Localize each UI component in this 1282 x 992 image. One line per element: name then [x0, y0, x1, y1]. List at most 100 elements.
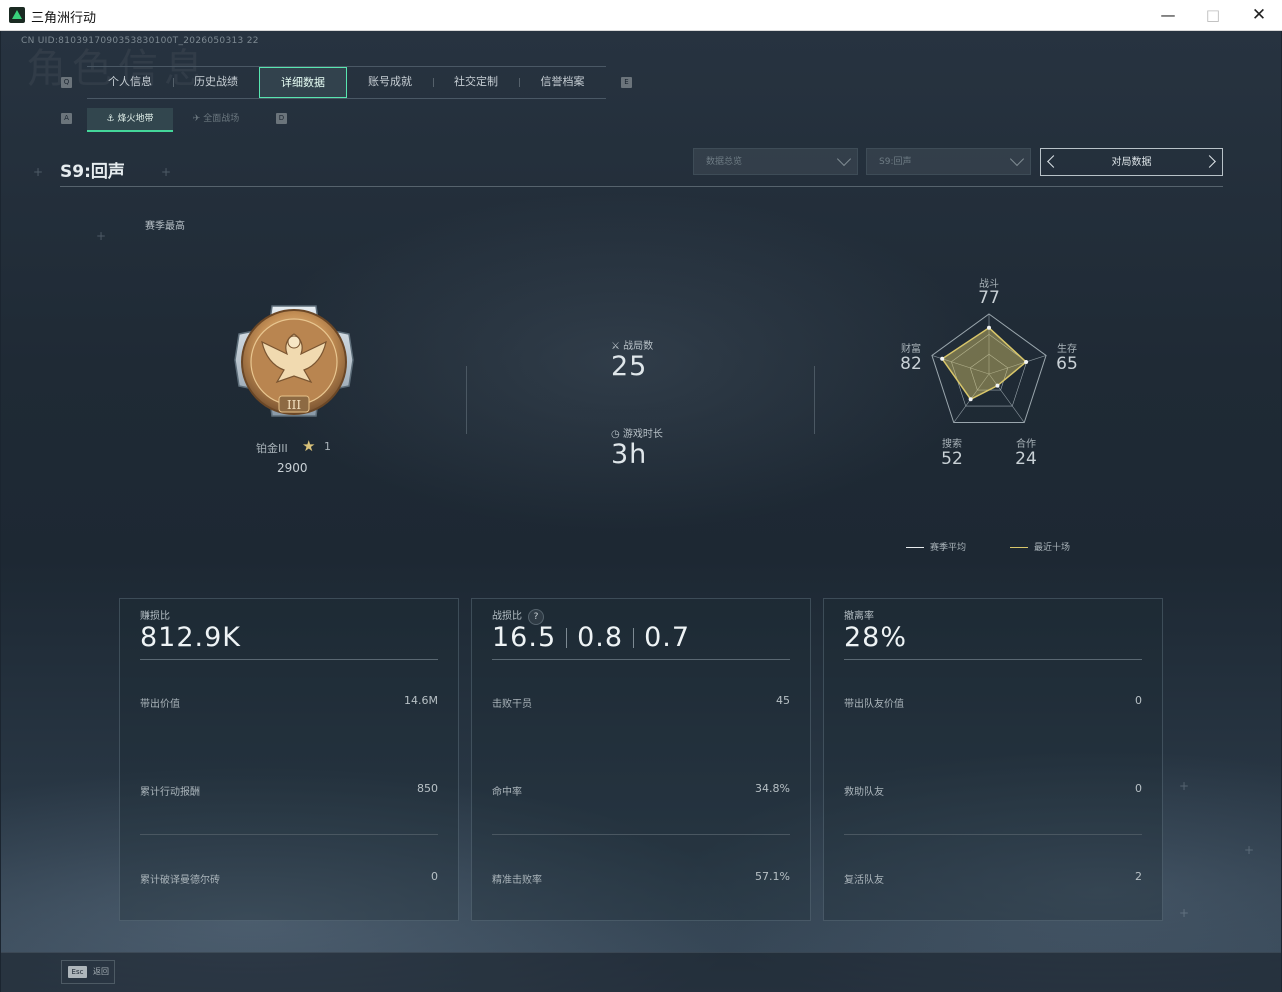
rank-numeral: III — [287, 398, 301, 412]
card-header-text: 战损比 — [492, 611, 522, 622]
nav-prev-key[interactable]: Q — [61, 77, 72, 88]
card-divider — [844, 834, 1142, 835]
tab-credit-record[interactable]: 信誉档案 — [519, 67, 606, 98]
card-row-value: 45 — [776, 694, 790, 707]
chevron-down-icon — [1009, 151, 1025, 167]
card-row-value: 2 — [1135, 870, 1142, 883]
radar-value-cooperation: 24 — [1015, 449, 1037, 469]
radar-label-cooperation: 合作 — [1016, 439, 1036, 450]
season-best-label: 赛季最高 — [145, 221, 185, 232]
esc-key: Esc — [68, 966, 87, 978]
card-row-label: 精准击败率 — [492, 875, 542, 886]
radar-label-wealth: 财富 — [901, 344, 921, 355]
decor-plus-icon: + — [96, 229, 107, 243]
rank-star-count: 1 — [324, 440, 331, 453]
ability-radar-chart — [931, 313, 1047, 424]
card-row-label: 累计行动报酬 — [140, 787, 200, 798]
rank-emblem-icon: III — [234, 305, 354, 417]
stat-card-profit: 赚损比 812.9K 带出价值 14.6M 累计行动报酬 850 累计破译曼德尔… — [119, 598, 459, 921]
subtab-full-battlefield-label: 全面战场 — [203, 114, 240, 124]
radar-point — [940, 356, 945, 361]
subnav-next-key[interactable]: D — [276, 113, 287, 124]
card-row-label: 带出队友价值 — [844, 699, 904, 710]
decor-plus-icon: + — [1179, 779, 1190, 793]
card-divider — [140, 659, 438, 660]
card-row-label: 命中率 — [492, 787, 522, 798]
card-header: 撤离率 — [844, 611, 874, 622]
card-row-value: 0 — [431, 870, 438, 883]
data-scope-dropdown[interactable]: 数据总览 — [693, 148, 858, 175]
card-divider — [140, 834, 438, 835]
header-divider — [60, 186, 1223, 187]
card-row-value: 14.6M — [404, 694, 438, 707]
minimize-button[interactable]: — — [1145, 0, 1191, 30]
section-divider — [466, 366, 467, 434]
legend-season-average-label: 赛季平均 — [930, 543, 967, 553]
card-divider — [492, 659, 790, 660]
rank-score: 2900 — [277, 461, 308, 475]
game-screen: 角色信息 CN UID:8103917090353830100T_2026050… — [1, 31, 1281, 992]
subtab-full-battlefield[interactable]: ✈ 全面战场 — [173, 108, 259, 130]
value-separator — [566, 628, 568, 648]
close-button[interactable]: ✕ — [1236, 0, 1282, 30]
card-row-value: 34.8% — [755, 782, 790, 795]
kd-value-2: 0.8 — [577, 622, 624, 653]
legend-last-ten-label: 最近十场 — [1034, 543, 1071, 553]
chevron-down-icon — [836, 151, 852, 167]
main-tab-bar: 个人信息 历史战绩 详细数据 账号成就 社交定制 信誉档案 — [87, 66, 606, 99]
match-data-label: 对局数据 — [1111, 157, 1152, 168]
card-divider — [844, 659, 1142, 660]
card-big-value: 16.5 0.8 0.7 — [492, 622, 690, 653]
card-header: 赚损比 — [140, 611, 170, 622]
chevron-left-icon[interactable] — [1047, 155, 1060, 168]
matches-value: 25 — [611, 351, 648, 382]
card-row-label: 累计破译曼德尔砖 — [140, 875, 220, 886]
radar-label-search: 搜索 — [942, 439, 962, 450]
tab-match-history[interactable]: 历史战绩 — [173, 67, 259, 98]
radar-value-wealth: 82 — [900, 354, 922, 374]
radar-value-search: 52 — [941, 449, 963, 469]
card-big-value: 812.9K — [140, 622, 242, 653]
radar-value-survival: 65 — [1056, 354, 1078, 374]
radar-label-survival: 生存 — [1057, 344, 1077, 355]
season-dropdown[interactable]: S9:回声 — [866, 148, 1031, 175]
card-divider — [492, 834, 790, 835]
tab-detailed-data[interactable]: 详细数据 — [259, 67, 347, 98]
subnav-prev-key[interactable]: A — [61, 113, 72, 124]
window-titlebar: 三角洲行动 — □ ✕ — [0, 0, 1282, 31]
tab-social-custom[interactable]: 社交定制 — [433, 67, 519, 98]
stat-card-kd: 战损比? 16.5 0.8 0.7 击败干员 45 命中率 34.8% 精准击败率 … — [471, 598, 811, 921]
legend-season-average: 赛季平均 — [906, 540, 966, 553]
card-big-value: 28% — [844, 622, 908, 653]
tab-achievements[interactable]: 账号成就 — [347, 67, 433, 98]
legend-line — [906, 547, 924, 548]
bottom-bar — [1, 952, 1281, 992]
back-label: 返回 — [93, 967, 109, 976]
playtime-value: 3h — [611, 439, 648, 470]
card-row-value: 850 — [417, 782, 438, 795]
kd-value-3: 0.7 — [644, 622, 691, 653]
window-title: 三角洲行动 — [31, 11, 97, 26]
decor-plus-icon: + — [33, 165, 44, 179]
season-title: S9:回声 — [60, 162, 125, 182]
tab-personal-info[interactable]: 个人信息 — [87, 67, 173, 98]
maximize-button[interactable]: □ — [1190, 0, 1236, 30]
season-dropdown-label: S9:回声 — [879, 157, 912, 167]
playtime-label: ◷ 游戏时长 — [611, 425, 663, 440]
decor-plus-icon: + — [161, 165, 172, 179]
card-row-value: 0 — [1135, 782, 1142, 795]
nav-next-key[interactable]: E — [621, 77, 632, 88]
card-row-value: 57.1% — [755, 870, 790, 883]
card-row-label: 复活队友 — [844, 875, 884, 886]
back-button[interactable]: Esc 返回 — [61, 960, 115, 984]
match-data-switcher[interactable]: 对局数据 — [1040, 148, 1223, 176]
kd-value-1: 16.5 — [492, 622, 557, 653]
chevron-right-icon[interactable] — [1203, 155, 1216, 168]
radar-point — [968, 397, 973, 402]
radar-point — [1024, 359, 1029, 364]
subtab-hazard-zone-label: 烽火地带 — [117, 114, 154, 124]
subtab-hazard-zone[interactable]: ⚓ 烽火地带 — [87, 108, 173, 132]
card-row-value: 0 — [1135, 694, 1142, 707]
radar-value-combat: 77 — [978, 288, 1000, 308]
card-row-label: 击败干员 — [492, 699, 532, 710]
